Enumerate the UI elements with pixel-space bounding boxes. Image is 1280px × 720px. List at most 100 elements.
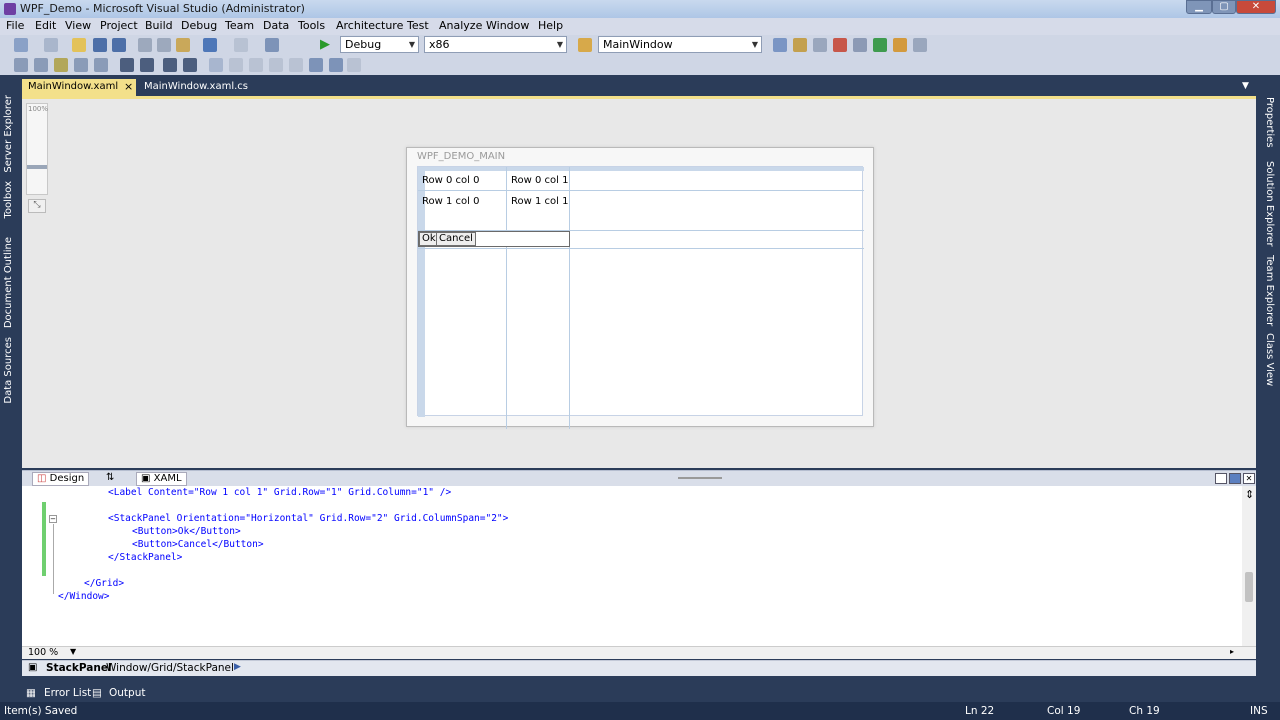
maximize-button[interactable]: ▢	[1212, 0, 1236, 14]
code-line[interactable]: <Button>Cancel</Button>	[132, 539, 264, 550]
decrease-indent-icon[interactable]	[120, 58, 134, 72]
align-center-icon[interactable]	[34, 58, 48, 72]
menu-view[interactable]: View	[65, 19, 91, 32]
editor-vertical-scrollbar[interactable]: ⇕	[1242, 486, 1256, 646]
xaml-designer[interactable]: 100% ⤡ WPF_DEMO_MAIN Row 0 col 0 Row 0 c…	[22, 96, 1256, 468]
data-sources-tab[interactable]: Data Sources	[3, 337, 14, 404]
menu-debug[interactable]: Debug	[181, 19, 217, 32]
code-line[interactable]: </StackPanel>	[108, 552, 182, 563]
swap-panes-button[interactable]: ⇅	[102, 472, 118, 486]
collapse-region-icon[interactable]: −	[49, 515, 57, 523]
editor-zoom-level[interactable]: 100 %	[28, 647, 58, 658]
save-icon[interactable]	[93, 38, 107, 52]
object-browser-icon[interactable]	[813, 38, 827, 52]
xaml-code-editor[interactable]: − <Label Content="Row 1 col 1" Grid.Row=…	[22, 486, 1256, 646]
next-document-bookmark-icon[interactable]	[329, 58, 343, 72]
label-row0-col0[interactable]: Row 0 col 0	[422, 175, 479, 186]
menu-help[interactable]: Help	[538, 19, 563, 32]
horizontal-split-icon[interactable]	[1229, 473, 1241, 484]
undo-icon[interactable]	[203, 38, 217, 52]
tools-icon[interactable]	[853, 38, 867, 52]
label-row1-col0[interactable]: Row 1 col 0	[422, 196, 479, 207]
menu-edit[interactable]: Edit	[35, 19, 56, 32]
start-page-icon[interactable]	[893, 38, 907, 52]
toolbox-icon[interactable]	[833, 38, 847, 52]
paste-icon[interactable]	[176, 38, 190, 52]
next-bookmark-icon[interactable]	[249, 58, 263, 72]
collapse-pane-icon[interactable]: ✕	[1243, 473, 1255, 484]
save-all-icon[interactable]	[112, 38, 126, 52]
close-button[interactable]: ✕	[1236, 0, 1276, 14]
menu-data[interactable]: Data	[263, 19, 289, 32]
breadcrumb-path[interactable]: Window/Grid/StackPanel	[106, 662, 234, 674]
wpf-grid[interactable]: Row 0 col 0 Row 0 col 1 Row 1 col 0 Row …	[417, 166, 864, 429]
bookmark-icon[interactable]	[209, 58, 223, 72]
menu-architecture[interactable]: Architecture	[336, 19, 403, 32]
minimize-button[interactable]: ▁	[1186, 0, 1212, 14]
split-editor-icon[interactable]: ⇕	[1245, 488, 1254, 501]
code-line[interactable]: </Window>	[58, 591, 109, 602]
platform-combo[interactable]: x86 ▼	[424, 36, 567, 53]
wpf-window-preview[interactable]: WPF_DEMO_MAIN Row 0 col 0 Row 0 col 1 Ro…	[406, 147, 874, 429]
align-left-icon[interactable]	[14, 58, 28, 72]
tab-error-list[interactable]: Error List	[44, 687, 91, 699]
menu-team[interactable]: Team	[225, 19, 254, 32]
prev-folder-bookmark-icon[interactable]	[269, 58, 283, 72]
next-folder-bookmark-icon[interactable]	[289, 58, 303, 72]
format-icon[interactable]	[54, 58, 68, 72]
properties-tab[interactable]: Properties	[1264, 97, 1275, 148]
zoom-slider-thumb[interactable]	[27, 165, 47, 169]
grid-column-ruler[interactable]	[418, 167, 864, 171]
clear-bookmarks-icon[interactable]	[347, 58, 361, 72]
command-window-icon[interactable]	[913, 38, 927, 52]
toolbox-tab[interactable]: Toolbox	[3, 181, 14, 219]
server-explorer-tab[interactable]: Server Explorer	[3, 95, 14, 173]
team-explorer-tab[interactable]: Team Explorer	[1264, 255, 1275, 326]
menu-test[interactable]: Test	[407, 19, 429, 32]
uncomment-icon[interactable]	[183, 58, 197, 72]
menu-build[interactable]: Build	[145, 19, 173, 32]
add-item-icon[interactable]	[44, 38, 58, 52]
breadcrumb-arrow-icon[interactable]: ▶	[234, 662, 241, 672]
properties-icon[interactable]	[793, 38, 807, 52]
fit-to-window-icon[interactable]: ⤡	[28, 199, 46, 213]
font-size-icon[interactable]	[74, 58, 88, 72]
breadcrumb-current[interactable]: StackPanel	[46, 662, 112, 674]
code-line[interactable]: </Grid>	[84, 578, 124, 589]
xaml-tab[interactable]: ▣ XAML	[136, 472, 187, 486]
design-tab[interactable]: ◫ Design	[32, 472, 90, 486]
tab-output[interactable]: Output	[109, 687, 145, 699]
splitter-grip[interactable]	[678, 477, 722, 479]
menu-tools[interactable]: Tools	[298, 19, 325, 32]
solution-explorer-icon[interactable]	[773, 38, 787, 52]
chevron-down-icon[interactable]: ▼	[70, 647, 76, 656]
scrollbar-thumb[interactable]	[1245, 572, 1253, 602]
navigate-icon[interactable]	[265, 38, 279, 52]
copy-icon[interactable]	[157, 38, 171, 52]
scroll-right-icon[interactable]: ▸	[1230, 647, 1234, 656]
prev-document-bookmark-icon[interactable]	[309, 58, 323, 72]
zoom-slider-track[interactable]	[26, 103, 48, 195]
new-project-icon[interactable]	[14, 38, 28, 52]
prev-bookmark-icon[interactable]	[229, 58, 243, 72]
document-outline-tab[interactable]: Document Outline	[3, 237, 14, 328]
find-in-files-icon[interactable]	[578, 38, 592, 52]
editor-horizontal-scrollbar[interactable]: 100 % ▼ ▸	[22, 646, 1256, 659]
class-view-tab[interactable]: Class View	[1264, 333, 1275, 386]
cut-icon[interactable]	[138, 38, 152, 52]
code-line[interactable]: <Label Content="Row 1 col 1" Grid.Row="1…	[108, 487, 451, 498]
extension-manager-icon[interactable]	[873, 38, 887, 52]
label-row0-col1[interactable]: Row 0 col 1	[511, 175, 568, 186]
find-combo[interactable]: MainWindow ▼	[598, 36, 762, 53]
cancel-button[interactable]: Cancel	[436, 232, 476, 246]
tab-mainwindow-xaml-cs[interactable]: MainWindow.xaml.cs	[138, 79, 258, 96]
zoom-control[interactable]: 100% ⤡	[26, 103, 48, 215]
menu-file[interactable]: File	[6, 19, 24, 32]
tab-dropdown-icon[interactable]: ▼	[1242, 81, 1249, 91]
tab-mainwindow-xaml[interactable]: MainWindow.xaml ×	[22, 79, 136, 96]
solution-explorer-tab[interactable]: Solution Explorer	[1264, 161, 1275, 247]
menu-window[interactable]: Window	[486, 19, 529, 32]
comment-icon[interactable]	[163, 58, 177, 72]
indent-icon[interactable]	[94, 58, 108, 72]
code-line[interactable]: <Button>Ok</Button>	[132, 526, 241, 537]
